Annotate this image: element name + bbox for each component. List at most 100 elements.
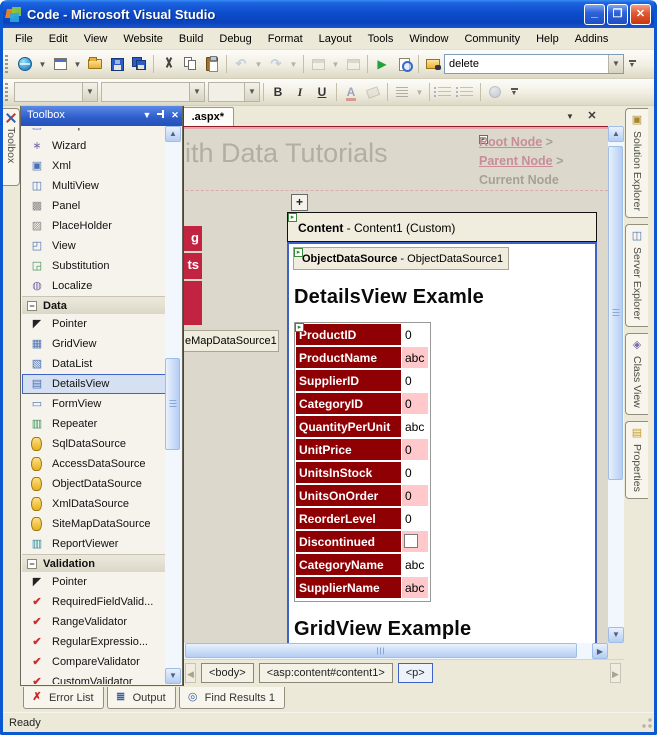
tab-error-list[interactable]: Error List: [23, 687, 104, 709]
bullet-list-button[interactable]: [433, 81, 455, 103]
menu-item[interactable]: Edit: [41, 30, 76, 48]
close-toolbox-icon[interactable]: ✕: [168, 109, 182, 126]
menu-item[interactable]: Debug: [211, 30, 259, 48]
toolbox-item-localize[interactable]: ◍ Localize: [22, 276, 166, 296]
scroll-up-button[interactable]: ▲: [165, 126, 181, 142]
toolbox-item-xml[interactable]: ▣ Xml: [22, 156, 166, 176]
document-vertical-scrollbar[interactable]: ▲ ▼: [608, 126, 624, 643]
view-in-browser-button[interactable]: [393, 53, 415, 75]
smart-tag-icon[interactable]: ▸: [295, 323, 304, 332]
add-item-button[interactable]: [49, 53, 71, 75]
undo-button[interactable]: ↶: [230, 53, 252, 75]
paste-button[interactable]: [201, 53, 223, 75]
menu-item[interactable]: Format: [260, 30, 311, 48]
bold-button[interactable]: B: [267, 81, 289, 103]
menu-item[interactable]: Build: [171, 30, 211, 48]
italic-button[interactable]: I: [289, 81, 311, 103]
content-control-header[interactable]: Content - Content1 (Custom): [287, 212, 597, 242]
tab-class-view[interactable]: Class View: [625, 333, 648, 415]
move-handle-icon[interactable]: +: [291, 194, 308, 211]
toolbox-item-requiredfieldvalidator[interactable]: ✔ RequiredFieldValid...: [22, 592, 166, 612]
menu-item[interactable]: Window: [401, 30, 456, 48]
add-item-dropdown[interactable]: ▼: [71, 53, 84, 75]
tab-toolbox[interactable]: Toolbox: [3, 108, 20, 186]
tab-properties[interactable]: Properties: [625, 421, 648, 499]
tagnav-right-arrow[interactable]: ▶: [610, 663, 621, 683]
toolbox-item-gridview[interactable]: ▦ GridView: [22, 334, 166, 354]
numbered-list-button[interactable]: [455, 81, 477, 103]
menu-item[interactable]: Community: [456, 30, 528, 48]
tab-server-explorer[interactable]: Server Explorer: [625, 224, 648, 327]
toolbox-item-pointer-data[interactable]: ◤ Pointer: [22, 314, 166, 334]
highlight-button[interactable]: [362, 81, 384, 103]
toolbar-overflow-button[interactable]: ▼: [508, 82, 520, 102]
toolbox-item-formview[interactable]: ▭ FormView: [22, 394, 166, 414]
redo-button[interactable]: ↷: [265, 53, 287, 75]
toolbox-item-rangevalidator[interactable]: ✔ RangeValidator: [22, 612, 166, 632]
close-button[interactable]: ✕: [630, 4, 651, 25]
toolbox-header[interactable]: Toolbox ▼ ✕: [21, 106, 182, 126]
find-combo[interactable]: delete ▼: [444, 54, 624, 74]
navigate-forward-button[interactable]: [342, 53, 364, 75]
smart-tag-icon[interactable]: ▸: [288, 213, 297, 222]
detailsview-control[interactable]: ▸ ProductID 0 ProductName abc SupplierID…: [294, 322, 431, 602]
horizontal-scroll-thumb[interactable]: [185, 643, 577, 658]
open-file-button[interactable]: [84, 53, 106, 75]
toolbox-item-reportviewer[interactable]: ▥ ReportViewer: [22, 534, 166, 554]
toolbox-section-validation[interactable]: − Validation: [22, 554, 166, 572]
toolbox-scrollbar[interactable]: ▲ ▼: [165, 126, 181, 684]
breadcrumb-parent-link[interactable]: Parent Node: [479, 154, 553, 168]
toolbox-item-wizard[interactable]: ∗ Wizard: [22, 136, 166, 156]
objectdatasource-control[interactable]: ▸ ObjectDataSource - ObjectDataSource1: [293, 247, 509, 270]
font-size-combo[interactable]: ▼: [208, 82, 260, 102]
title-bar[interactable]: Code - Microsoft Visual Studio _ ❐ ✕: [0, 0, 657, 28]
save-button[interactable]: [106, 53, 128, 75]
toolbox-item-panel[interactable]: ▩ Panel: [22, 196, 166, 216]
document-horizontal-scrollbar[interactable]: ▶: [183, 643, 608, 659]
navigate-back-button[interactable]: [307, 53, 329, 75]
menu-item[interactable]: Help: [528, 30, 567, 48]
scroll-up-button[interactable]: ▲: [608, 126, 624, 142]
toolbar-grip[interactable]: [5, 55, 10, 73]
hyperlink-button[interactable]: [484, 81, 506, 103]
toolbox-item-sqldatasource[interactable]: SqlDataSource: [22, 434, 166, 454]
resize-grip[interactable]: [640, 718, 653, 731]
toolbox-item-multiview[interactable]: ◫ MultiView: [22, 176, 166, 196]
undo-dropdown[interactable]: ▼: [252, 53, 265, 75]
scroll-down-button[interactable]: ▼: [608, 627, 624, 643]
toolbox-scroll-thumb[interactable]: [165, 358, 180, 450]
find-combo-value[interactable]: delete: [449, 58, 608, 70]
redo-dropdown[interactable]: ▼: [287, 53, 300, 75]
toolbox-item-objectdatasource[interactable]: ObjectDataSource: [22, 474, 166, 494]
align-button[interactable]: [391, 81, 413, 103]
menu-item[interactable]: Layout: [311, 30, 360, 48]
toolbox-section-data[interactable]: − Data: [22, 296, 166, 314]
left-nav-fragment[interactable]: g: [183, 226, 202, 251]
sitemapdatasource-box-fragment[interactable]: eMapDataSource1: [183, 330, 279, 352]
auto-hide-pin-icon[interactable]: [154, 109, 168, 126]
left-nav-fragment[interactable]: ts: [183, 253, 202, 279]
find-in-files-button[interactable]: [422, 53, 444, 75]
tab-output[interactable]: Output: [107, 687, 176, 709]
menu-item[interactable]: Tools: [360, 30, 402, 48]
toolbox-item-view[interactable]: ◰ View: [22, 236, 166, 256]
breadcrumb-root-link[interactable]: Root Node: [479, 135, 542, 149]
navigate-back-dropdown[interactable]: ▼: [329, 53, 342, 75]
target-schema-combo[interactable]: ▼: [14, 82, 98, 102]
toolbox-item-detailsview[interactable]: ▤ DetailsView: [22, 374, 166, 394]
menu-item[interactable]: View: [76, 30, 116, 48]
underline-button[interactable]: U: [311, 81, 333, 103]
toolbox-item-regularexpressionvalidator[interactable]: ✔ RegularExpressio...: [22, 632, 166, 652]
toolbox-item-xmldatasource[interactable]: XmlDataSource: [22, 494, 166, 514]
tab-find-results[interactable]: Find Results 1: [179, 687, 285, 709]
minimize-button[interactable]: _: [584, 4, 605, 25]
toolbox-item-customvalidator[interactable]: ✔ CustomValidator: [22, 672, 166, 684]
toolbox-item-datalist[interactable]: ▧ DataList: [22, 354, 166, 374]
scroll-down-button[interactable]: ▼: [165, 668, 181, 684]
maximize-button[interactable]: ❐: [607, 4, 628, 25]
vertical-scroll-thumb[interactable]: [608, 146, 623, 480]
menu-item[interactable]: File: [7, 30, 41, 48]
window-position-icon[interactable]: ▼: [140, 109, 154, 126]
new-website-dropdown[interactable]: ▼: [36, 53, 49, 75]
toolbox-item-fileupload[interactable]: ▤ FileUpload: [22, 128, 166, 136]
